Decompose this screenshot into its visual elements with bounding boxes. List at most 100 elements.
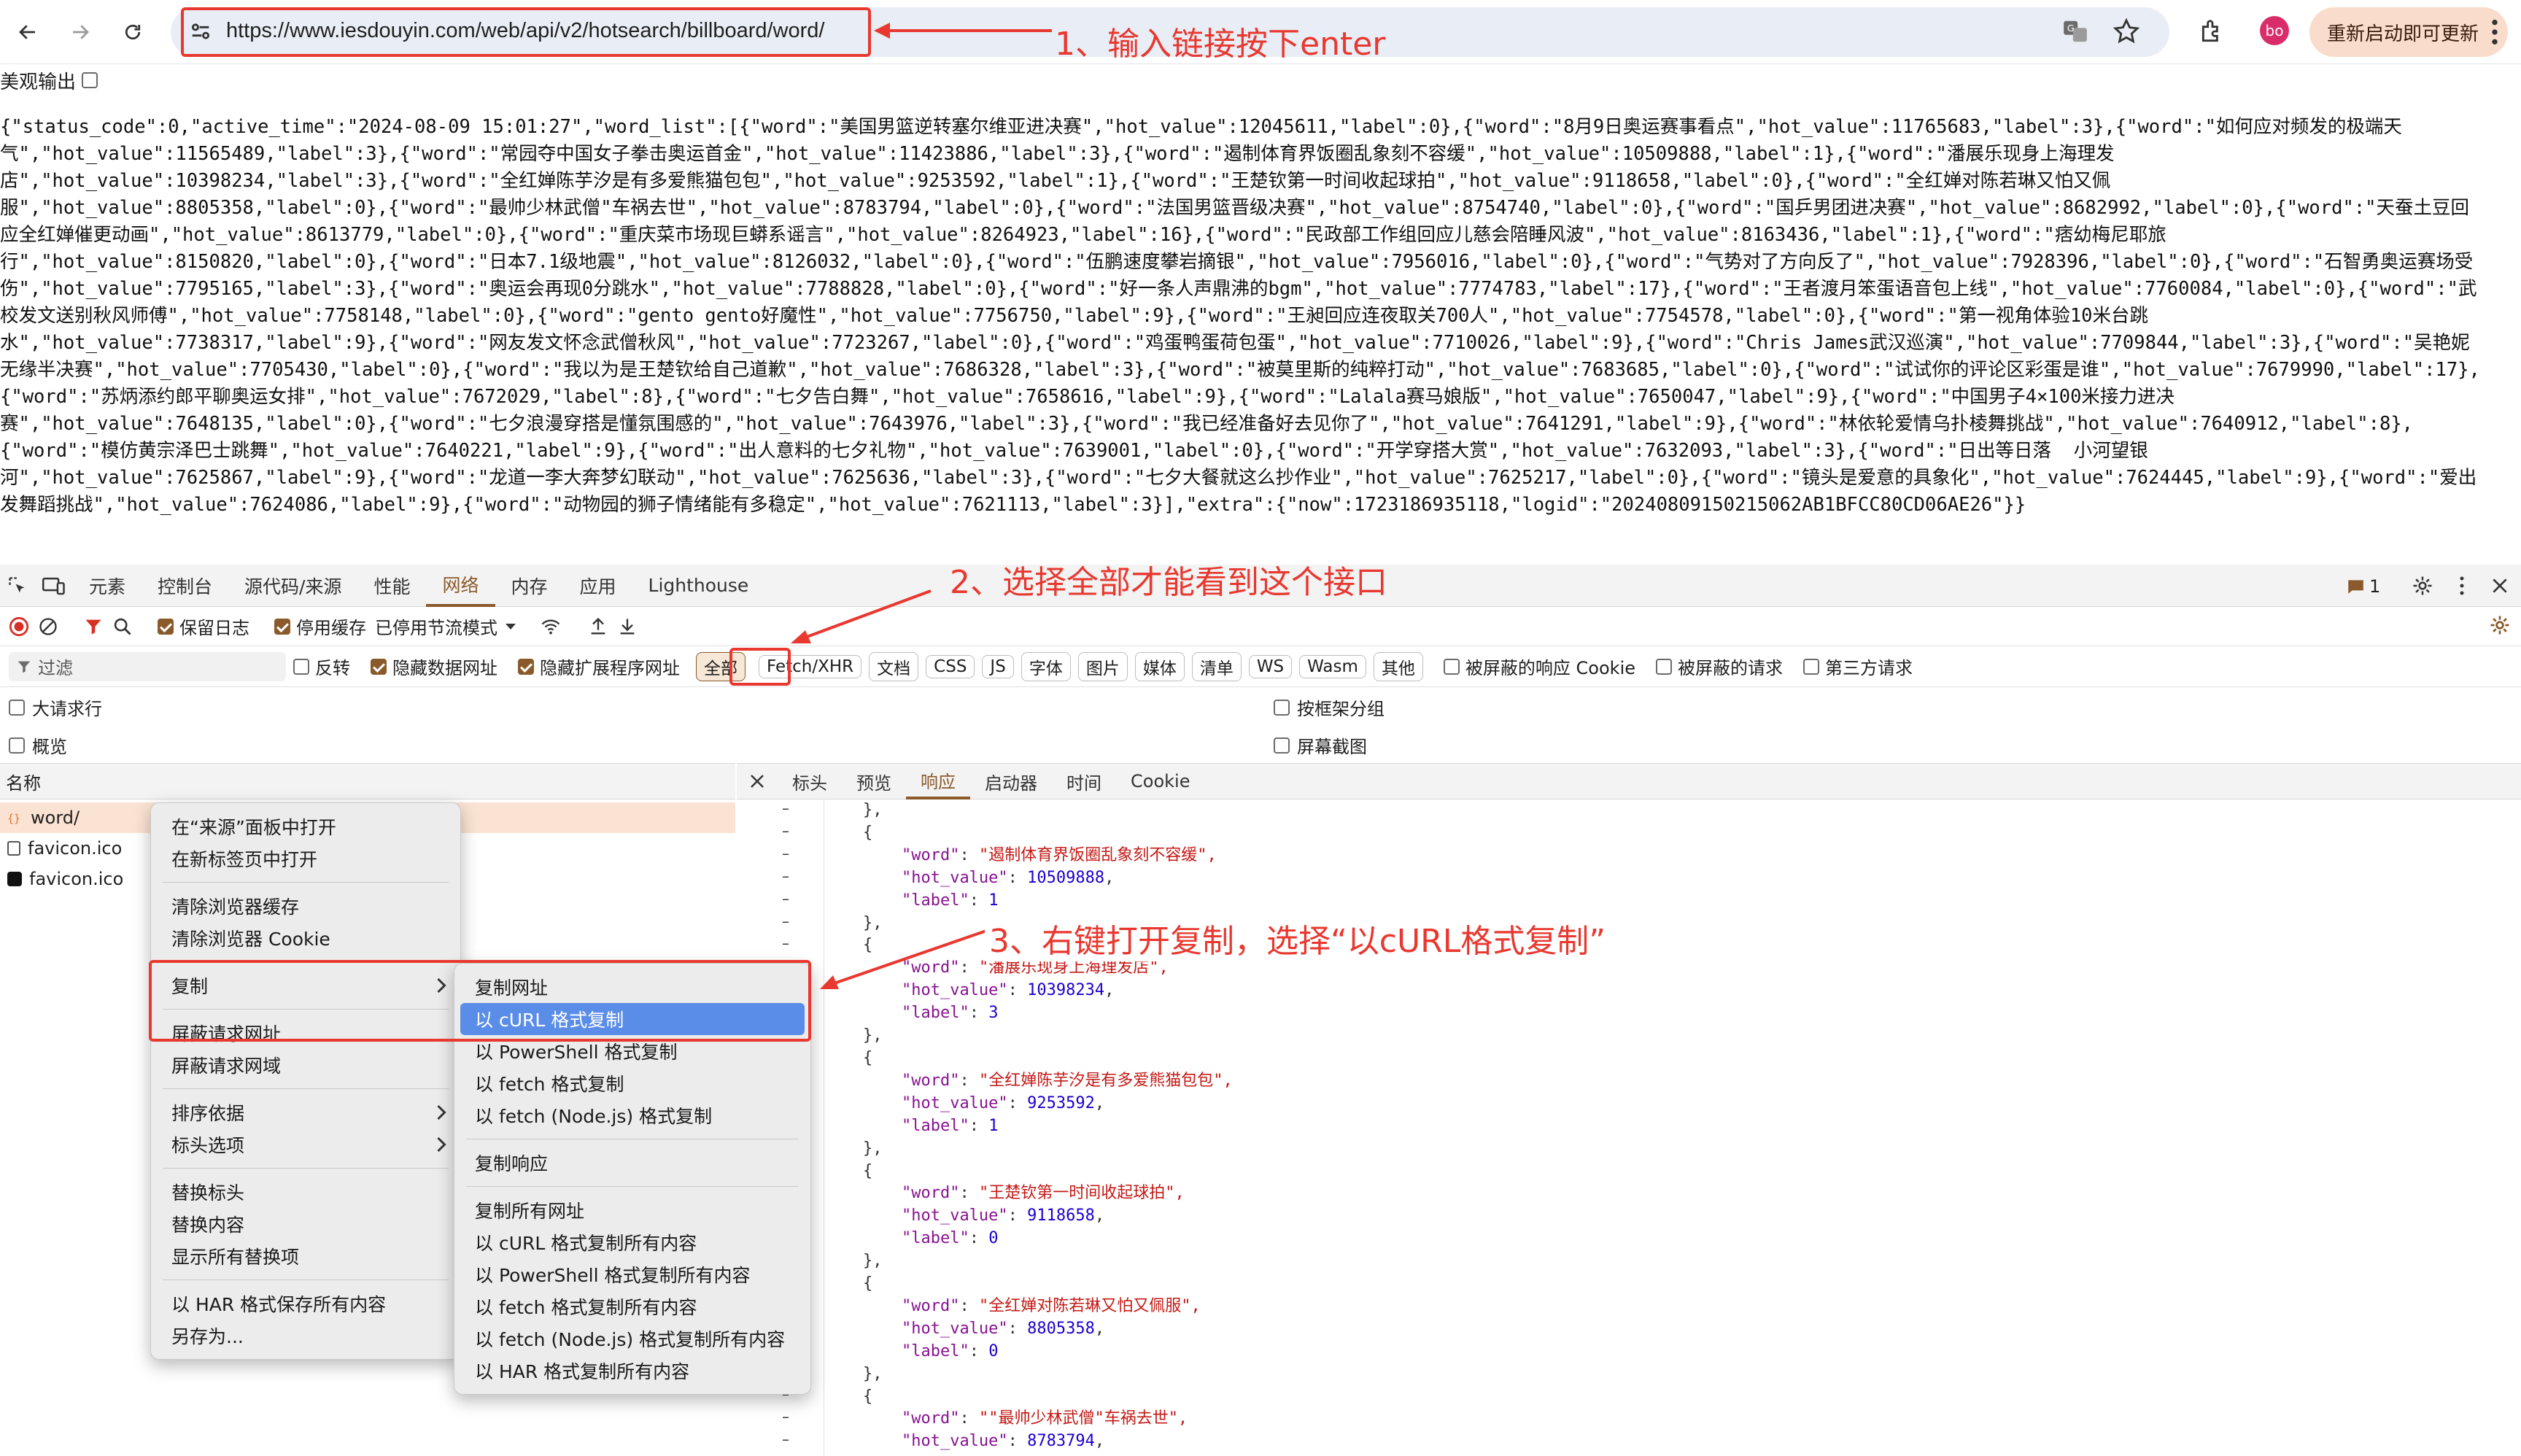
pretty-print-checkbox[interactable] — [82, 72, 98, 88]
tab-lighthouse[interactable]: Lighthouse — [632, 565, 765, 607]
close-devtools-icon[interactable] — [2490, 576, 2509, 595]
close-detail-icon[interactable] — [737, 763, 778, 799]
detail-tab-cookie[interactable]: Cookie — [1116, 763, 1204, 799]
hide-ext-urls-checkbox[interactable] — [518, 658, 534, 675]
tab-sources[interactable]: 源代码/来源 — [228, 565, 357, 607]
submenu-copy-response[interactable]: 复制响应 — [454, 1147, 810, 1179]
submenu-copy-as-fetch[interactable]: 以 fetch 格式复制 — [454, 1067, 810, 1099]
overview-checkbox[interactable] — [9, 737, 25, 754]
blocked-cookies-checkbox[interactable] — [1443, 658, 1460, 675]
type-chip-manifest[interactable]: 清单 — [1191, 651, 1242, 681]
submenu-copy-all-har[interactable]: 以 HAR 格式复制所有内容 — [454, 1355, 810, 1387]
menu-show-overrides[interactable]: 显示所有替换项 — [151, 1240, 460, 1272]
forward-button[interactable] — [61, 13, 99, 51]
reload-button[interactable] — [114, 13, 152, 51]
detail-tab-timing[interactable]: 时间 — [1052, 763, 1116, 799]
network-settings-icon[interactable] — [2489, 614, 2511, 636]
type-chip-media[interactable]: 媒体 — [1134, 651, 1185, 681]
menu-override-content[interactable]: 替换内容 — [151, 1208, 460, 1240]
search-icon[interactable] — [112, 616, 133, 637]
submenu-copy-all-curl[interactable]: 以 cURL 格式复制所有内容 — [454, 1226, 810, 1258]
tab-performance[interactable]: 性能 — [357, 565, 426, 607]
blocked-requests-checkbox[interactable] — [1656, 658, 1673, 675]
third-party-checkbox[interactable] — [1803, 658, 1820, 675]
submenu-copy-as-fetch-node[interactable]: 以 fetch (Node.js) 格式复制 — [454, 1099, 810, 1131]
settings-gear-icon[interactable] — [2412, 575, 2433, 597]
detail-tab-preview[interactable]: 预览 — [842, 763, 906, 799]
type-chip-js[interactable]: JS — [982, 654, 1014, 678]
more-vert-icon[interactable] — [2490, 18, 2499, 47]
translate-icon[interactable]: G — [2061, 18, 2089, 45]
submenu-copy-all-powershell[interactable]: 以 PowerShell 格式复制所有内容 — [454, 1258, 810, 1290]
filter-icon[interactable] — [83, 616, 104, 637]
menu-save-har[interactable]: 以 HAR 格式保存所有内容 — [151, 1287, 460, 1320]
filter-input[interactable]: 过滤 — [9, 651, 286, 681]
screenshots-option[interactable]: 屏幕截图 — [1274, 732, 1367, 758]
hide-data-urls-checkbox[interactable] — [371, 658, 387, 675]
disable-cache-checkbox[interactable] — [274, 618, 290, 635]
big-rows-option[interactable]: 大请求行 — [9, 694, 102, 720]
overview-option[interactable]: 概览 — [9, 732, 67, 758]
clear-icon[interactable] — [38, 616, 58, 637]
type-chip-font[interactable]: 字体 — [1021, 651, 1071, 681]
type-chip-img[interactable]: 图片 — [1077, 651, 1128, 681]
export-har-icon[interactable] — [617, 616, 638, 637]
pretty-print-toggle[interactable]: 美观输出 — [0, 67, 98, 93]
tab-application[interactable]: 应用 — [564, 565, 632, 607]
inspect-icon[interactable] — [0, 565, 35, 607]
hide-data-urls-option[interactable]: 隐藏数据网址 — [371, 654, 497, 679]
hide-ext-urls-option[interactable]: 隐藏扩展程序网址 — [518, 654, 680, 679]
menu-block-domain[interactable]: 屏蔽请求网域 — [151, 1049, 460, 1081]
update-button[interactable]: 重新启动即可更新 — [2309, 7, 2508, 57]
menu-open-new-tab[interactable]: 在新标签页中打开 — [151, 843, 460, 875]
throttle-select[interactable]: 已停用节流模式 — [375, 613, 518, 639]
type-chip-doc[interactable]: 文档 — [869, 651, 919, 681]
detail-tab-initiator[interactable]: 启动器 — [970, 763, 1052, 799]
third-party-option[interactable]: 第三方请求 — [1803, 654, 1913, 679]
submenu-copy-all-fetch-node[interactable]: 以 fetch (Node.js) 格式复制所有内容 — [454, 1323, 810, 1355]
group-by-frame-option[interactable]: 按框架分组 — [1274, 694, 1385, 720]
disable-cache-option[interactable]: 停用缓存 — [274, 613, 366, 639]
menu-save-as[interactable]: 另存为... — [151, 1320, 460, 1352]
network-conditions-icon[interactable] — [540, 616, 562, 637]
big-rows-checkbox[interactable] — [9, 699, 25, 716]
import-har-icon[interactable] — [588, 616, 608, 637]
detail-tab-response[interactable]: 响应 — [906, 763, 970, 799]
menu-override-headers[interactable]: 替换标头 — [151, 1176, 460, 1208]
device-toggle-icon[interactable] — [35, 565, 73, 607]
tab-network[interactable]: 网络 — [426, 565, 495, 607]
bookmark-star-icon[interactable] — [2113, 18, 2140, 45]
extensions-icon[interactable] — [2199, 18, 2226, 45]
type-chip-ws[interactable]: WS — [1248, 654, 1293, 678]
tab-memory[interactable]: 内存 — [495, 565, 564, 607]
blocked-cookies-option[interactable]: 被屏蔽的响应 Cookie — [1443, 654, 1635, 679]
type-chip-css[interactable]: CSS — [926, 654, 975, 678]
issues-badge[interactable]: 1 — [2346, 576, 2380, 597]
type-chip-other[interactable]: 其他 — [1373, 651, 1423, 681]
invert-checkbox[interactable] — [293, 658, 309, 675]
menu-clear-cache[interactable]: 清除浏览器缓存 — [151, 890, 460, 922]
detail-tab-headers[interactable]: 标头 — [778, 763, 842, 799]
submenu-copy-all-fetch[interactable]: 以 fetch 格式复制所有内容 — [454, 1290, 810, 1323]
column-header-name[interactable]: 名称 — [0, 763, 735, 799]
menu-open-in-sources[interactable]: 在“来源”面板中打开 — [151, 810, 460, 843]
type-chip-wasm[interactable]: Wasm — [1299, 654, 1366, 678]
menu-sort-by[interactable]: 排序依据 — [151, 1096, 460, 1128]
json-token: : — [969, 1229, 989, 1248]
tab-elements[interactable]: 元素 — [73, 565, 142, 607]
menu-header-options[interactable]: 标头选项 — [151, 1128, 460, 1161]
preserve-log-option[interactable]: 保留日志 — [158, 613, 249, 639]
submenu-copy-all-urls[interactable]: 复制所有网址 — [454, 1194, 810, 1226]
invert-option[interactable]: 反转 — [293, 654, 350, 679]
group-by-frame-checkbox[interactable] — [1274, 699, 1290, 716]
tab-console[interactable]: 控制台 — [142, 565, 228, 607]
menu-clear-cookies[interactable]: 清除浏览器 Cookie — [151, 922, 460, 954]
screenshots-checkbox[interactable] — [1274, 737, 1290, 754]
back-button[interactable] — [9, 13, 47, 51]
profile-avatar[interactable]: bo — [2260, 16, 2289, 45]
blocked-requests-option[interactable]: 被屏蔽的请求 — [1656, 654, 1783, 679]
record-icon[interactable] — [9, 616, 29, 637]
response-line: "label": 1 — [824, 1115, 2521, 1138]
devtools-more-icon[interactable] — [2458, 575, 2466, 597]
preserve-log-checkbox[interactable] — [158, 618, 174, 635]
